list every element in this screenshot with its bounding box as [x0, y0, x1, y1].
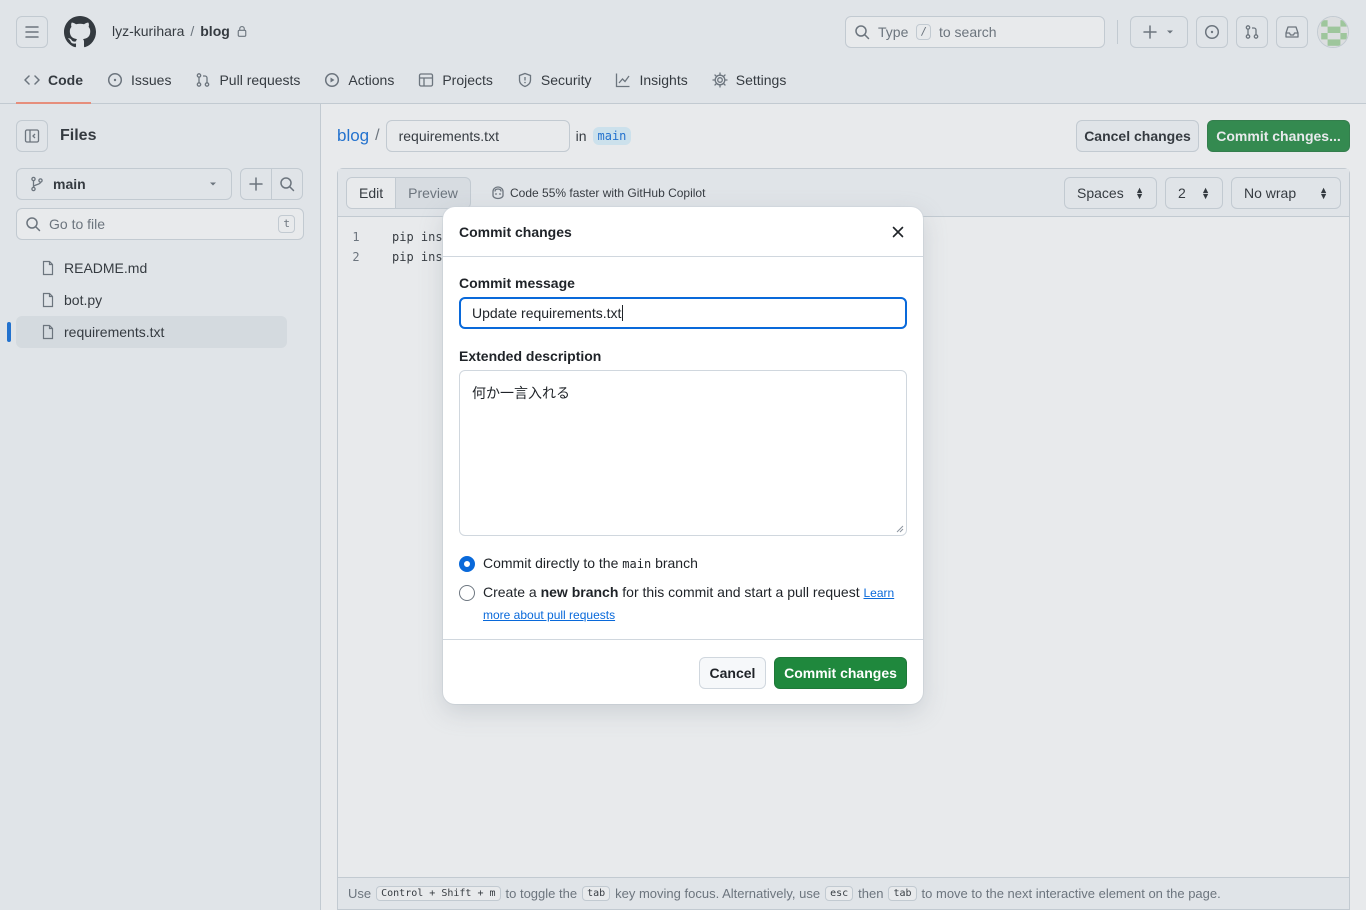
- commit-direct-text: Commit directly to the main branch: [483, 555, 698, 572]
- new-branch-option[interactable]: Create a new branch for this commit and …: [459, 584, 907, 626]
- extended-description-textarea[interactable]: 何か一言入れる: [459, 370, 907, 536]
- text-caret: [622, 305, 624, 321]
- dialog-commit-button[interactable]: Commit changes: [774, 657, 907, 689]
- close-icon: [892, 226, 904, 238]
- extended-description-value: 何か一言入れる: [472, 385, 570, 401]
- commit-direct-option[interactable]: Commit directly to the main branch: [459, 555, 698, 572]
- option-text: for this commit and start a pull request: [622, 584, 860, 600]
- option-bold-text: new branch: [540, 584, 619, 600]
- commit-dialog: Commit changes Commit message Update req…: [443, 207, 923, 704]
- option-text: branch: [655, 555, 698, 571]
- close-dialog-button[interactable]: [889, 223, 907, 241]
- commit-message-label: Commit message: [459, 275, 575, 291]
- commit-message-input[interactable]: Update requirements.txt: [459, 297, 907, 329]
- dialog-header: Commit changes: [443, 207, 923, 257]
- commit-message-value: Update requirements.txt: [472, 305, 622, 321]
- new-branch-radio[interactable]: [459, 585, 475, 601]
- resize-handle-icon[interactable]: [896, 525, 904, 533]
- new-branch-text: Create a new branch for this commit and …: [483, 582, 907, 626]
- dialog-footer: Cancel Commit changes: [443, 639, 923, 704]
- commit-direct-radio[interactable]: [459, 556, 475, 572]
- dialog-title: Commit changes: [459, 224, 572, 240]
- option-text: Create a: [483, 584, 537, 600]
- extended-description-label: Extended description: [459, 348, 602, 364]
- option-text: Commit directly to the: [483, 555, 619, 571]
- option-branch-code: main: [622, 557, 652, 571]
- dialog-cancel-button[interactable]: Cancel: [699, 657, 766, 689]
